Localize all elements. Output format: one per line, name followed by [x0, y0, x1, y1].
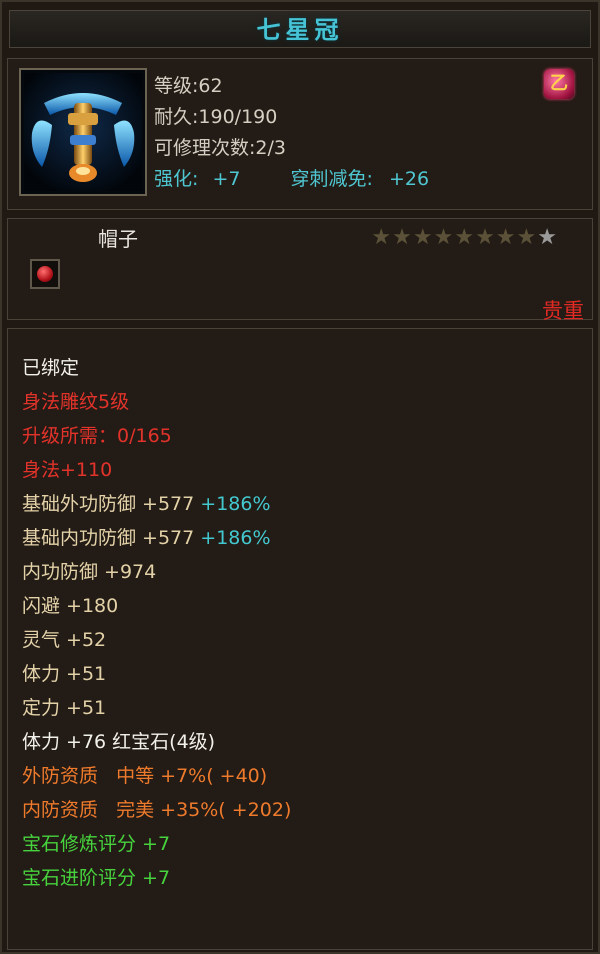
star-dim-icon: ★ — [475, 225, 496, 250]
durability-line: 耐久:190/190 — [154, 106, 278, 128]
base-int-def: 基础内功防御 +577 — [22, 527, 195, 549]
engraving-line: 身法雕纹5级 — [22, 391, 130, 413]
base-ext-def: 基础外功防御 +577 — [22, 493, 195, 515]
dodge-line: 闪避 +180 — [22, 595, 119, 617]
rarity-label: 贵重 — [542, 299, 584, 323]
item-type-panel: 帽子 ★★★★★★★★★ 贵重 — [7, 218, 593, 323]
item-info: 等级:62 耐久:190/190 可修理次数:2/3 强化: +7 穿刺减免: … — [154, 71, 429, 195]
agility-line: 身法+110 — [22, 459, 113, 481]
gem-slot-icon — [30, 259, 60, 289]
star-dim-icon: ★ — [516, 225, 538, 250]
item-header-panel: 等级:62 耐久:190/190 可修理次数:2/3 强化: +7 穿刺减免: … — [7, 58, 593, 210]
star-rating: ★★★★★★★★★ — [371, 225, 558, 250]
level-line: 等级:62 — [154, 75, 223, 97]
ext-quality-line: 外防资质 中等 +7%( +40) — [22, 765, 268, 787]
pierce-value: +26 — [388, 168, 430, 190]
pierce-label: 穿刺减免: — [290, 168, 373, 190]
item-icon-frame — [19, 68, 147, 196]
item-tooltip: 七星冠 等级:62 耐久:190/190 可修理次数:2/3 强化: +7 穿刺… — [0, 0, 600, 954]
star-dim-icon: ★ — [454, 225, 476, 250]
star-dim-icon: ★ — [433, 225, 455, 250]
item-type: 帽子 — [98, 227, 138, 251]
gem-advance-line: 宝石进阶评分 +7 — [22, 867, 171, 889]
stat-list: 已绑定 身法雕纹5级 升级所需：0/165 身法+110 基础外功防御 +577… — [22, 351, 291, 895]
item-name: 七星冠 — [256, 15, 344, 44]
star-dim-icon: ★ — [412, 225, 434, 250]
class-badge-icon: 乙 — [544, 69, 574, 99]
repair-count-line: 可修理次数:2/3 — [154, 137, 286, 159]
vitality-line: 体力 +51 — [22, 663, 107, 685]
star-dim-icon: ★ — [392, 225, 413, 250]
base-int-def-line: 基础内功防御 +577 +186% — [22, 521, 291, 555]
base-ext-def-pct: +186% — [200, 493, 271, 515]
gem-line: 体力 +76 红宝石(4级) — [22, 731, 216, 753]
title-bar: 七星冠 — [9, 10, 591, 48]
star-dim-icon: ★ — [371, 225, 393, 250]
base-ext-def-line: 基础外功防御 +577 +186% — [22, 487, 291, 521]
enhance-row: 强化: +7 穿刺减免: +26 — [154, 164, 429, 195]
base-int-def-pct: +186% — [200, 527, 271, 549]
upgrade-need-line: 升级所需：0/165 — [22, 425, 172, 447]
int-quality-line: 内防资质 完美 +35%( +202) — [22, 799, 292, 821]
gem-refine-line: 宝石修炼评分 +7 — [22, 833, 171, 855]
class-badge-char: 乙 — [550, 73, 568, 94]
crown-helmet-icon — [24, 73, 142, 191]
spirit-line: 灵气 +52 — [22, 629, 107, 651]
bound-status: 已绑定 — [22, 357, 80, 379]
stats-panel: 已绑定 身法雕纹5级 升级所需：0/165 身法+110 基础外功防御 +577… — [7, 328, 593, 950]
star-dim-icon: ★ — [495, 225, 517, 250]
focus-line: 定力 +51 — [22, 697, 107, 719]
star-lit-icon: ★ — [537, 225, 558, 250]
int-def-line: 内功防御 +974 — [22, 561, 157, 583]
enhance-label: 强化: — [154, 168, 199, 190]
enhance-value: +7 — [212, 168, 241, 190]
